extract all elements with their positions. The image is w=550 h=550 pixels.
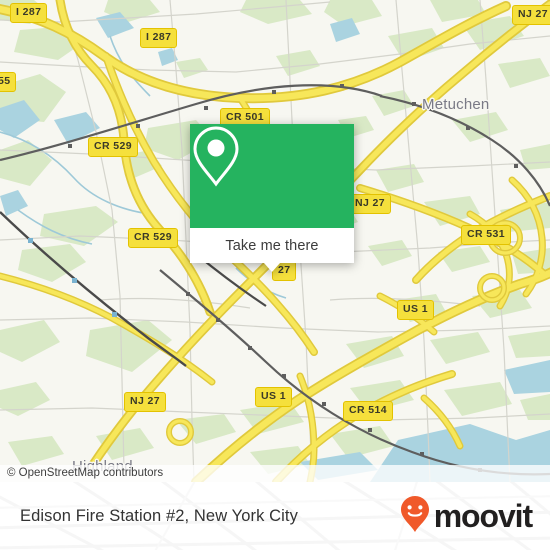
road-shield-label: NJ 27 bbox=[355, 197, 386, 209]
road-shield-label: US 1 bbox=[261, 390, 286, 402]
road-shield: NJ 27 bbox=[512, 5, 550, 25]
road-shield-label: CR 514 bbox=[349, 404, 388, 416]
destination-card-body: Take me there bbox=[190, 124, 354, 263]
road-shield: NJ 27 bbox=[349, 194, 392, 214]
road-shield: CR 529 bbox=[88, 137, 139, 157]
destination-card[interactable]: Take me there bbox=[190, 124, 354, 272]
place-label: Metuchen bbox=[422, 96, 490, 113]
road-shield: US 1 bbox=[255, 387, 292, 407]
osm-attribution[interactable]: © OpenStreetMap contributors bbox=[0, 465, 550, 482]
road-shield-label: I 287 bbox=[16, 6, 42, 18]
road-shield: I 287 bbox=[140, 28, 178, 48]
moovit-wordmark: moovit bbox=[433, 498, 533, 534]
location-title: Edison Fire Station #2, New York City bbox=[20, 506, 298, 525]
road-shield: CR 529 bbox=[128, 228, 179, 248]
road-shield: CR 531 bbox=[461, 225, 512, 245]
card-pointer-notch bbox=[264, 263, 280, 272]
road-shield-label: NJ 27 bbox=[518, 8, 549, 20]
road-shield-label: NJ 27 bbox=[130, 395, 161, 407]
road-shield-label: I 287 bbox=[146, 31, 172, 43]
road-shield-label: CR 529 bbox=[134, 231, 173, 243]
moovit-logo[interactable]: moovit bbox=[400, 482, 533, 550]
road-shield-label: US 1 bbox=[403, 303, 428, 315]
road-shield-label: CR 501 bbox=[226, 111, 265, 123]
moovit-pin-icon bbox=[400, 495, 430, 538]
road-shield: 55 bbox=[0, 72, 17, 92]
road-shield: NJ 27 bbox=[124, 392, 167, 412]
road-shield: I 287 bbox=[10, 3, 48, 23]
road-shield-label: CR 529 bbox=[94, 140, 133, 152]
road-shield-label: 55 bbox=[0, 75, 11, 87]
destination-card-header bbox=[190, 124, 354, 228]
take-me-there-button[interactable]: Take me there bbox=[190, 228, 354, 263]
take-me-there-label: Take me there bbox=[225, 237, 319, 254]
map-canvas[interactable]: I 287 I 287 NJ 27 55 CR 501 CR 529 CR 529 NJ 27… bbox=[0, 0, 550, 482]
moovit-map-screenshot: I 287 I 287 NJ 27 55 CR 501 CR 529 CR 529 NJ 27… bbox=[0, 0, 550, 550]
road-shield-label: CR 531 bbox=[467, 228, 506, 240]
road-shield: US 1 bbox=[397, 300, 434, 320]
road-shield: CR 514 bbox=[343, 401, 394, 421]
footer-bar: Edison Fire Station #2, New York City mo… bbox=[0, 482, 550, 550]
